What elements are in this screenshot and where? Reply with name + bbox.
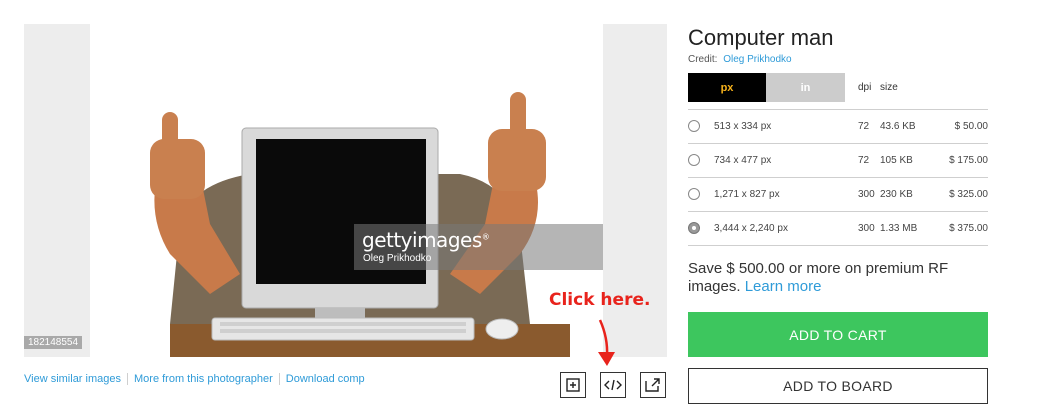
size-dpi: 72: [858, 155, 870, 166]
size-radio[interactable]: [688, 154, 700, 166]
size-price: $ 175.00: [949, 155, 988, 166]
size-filesize: 230 KB: [880, 189, 913, 200]
size-dimensions: 734 x 477 px: [714, 155, 772, 166]
size-dimensions: 3,444 x 2,240 px: [714, 223, 788, 234]
size-option-row[interactable]: 3,444 x 2,240 px 300 1.33 MB $ 375.00: [688, 212, 988, 246]
size-option-row[interactable]: 513 x 334 px 72 43.6 KB $ 50.00: [688, 110, 988, 144]
add-to-board-button[interactable]: ADD TO BOARD: [688, 368, 988, 404]
more-from-photographer-link[interactable]: More from this photographer: [127, 373, 279, 385]
unit-px-button[interactable]: px: [688, 73, 766, 102]
view-similar-link[interactable]: View similar images: [24, 373, 127, 385]
size-option-row[interactable]: 734 x 477 px 72 105 KB $ 175.00: [688, 144, 988, 178]
dpi-column-header: dpi: [858, 82, 872, 93]
size-column-header: size: [880, 82, 898, 93]
getty-watermark: gettyimages® Oleg Prikhodko: [354, 224, 603, 270]
size-dpi: 300: [858, 223, 875, 234]
image-links: View similar images More from this photo…: [24, 373, 371, 385]
size-filesize: 105 KB: [880, 155, 913, 166]
size-price: $ 375.00: [949, 223, 988, 234]
credit-label: Credit:: [688, 54, 718, 65]
size-radio[interactable]: [688, 120, 700, 132]
size-radio-selected[interactable]: [688, 222, 700, 234]
open-external-icon: [645, 378, 660, 392]
size-option-row[interactable]: 1,271 x 827 px 300 230 KB $ 325.00: [688, 178, 988, 212]
credit-photographer-link[interactable]: Oleg Prikhodko: [723, 54, 791, 65]
watermark-credit: Oleg Prikhodko: [363, 253, 432, 264]
image-id-label: 182148554: [24, 336, 83, 349]
size-dpi: 72: [858, 121, 870, 132]
download-comp-link[interactable]: Download comp: [278, 373, 371, 385]
computer-man-illustration: [150, 92, 570, 357]
size-radio[interactable]: [688, 188, 700, 200]
watermark-brand: gettyimages®: [362, 228, 490, 252]
size-dimensions: 1,271 x 827 px: [714, 189, 780, 200]
credit-line: Credit: Oleg Prikhodko: [688, 54, 792, 65]
size-filesize: 1.33 MB: [880, 223, 918, 234]
size-price: $ 50.00: [954, 121, 988, 132]
size-dimensions: 513 x 334 px: [714, 121, 772, 132]
add-to-board-icon-button[interactable]: [560, 372, 586, 398]
embed-button[interactable]: [600, 372, 626, 398]
learn-more-link[interactable]: Learn more: [745, 278, 822, 295]
embed-code-icon: [604, 379, 622, 391]
size-dpi: 300: [858, 189, 875, 200]
image-title: Computer man: [688, 25, 834, 50]
promo-text: Save $ 500.00 or more on premium RF imag…: [688, 260, 988, 296]
size-price: $ 325.00: [949, 189, 988, 200]
red-arrow-icon: [598, 319, 615, 366]
click-here-annotation: Click here.: [549, 290, 651, 310]
stock-photo[interactable]: [90, 24, 603, 357]
size-filesize: 43.6 KB: [880, 121, 916, 132]
unit-toggle: px in: [688, 73, 845, 102]
add-to-board-icon: [566, 378, 580, 392]
add-to-cart-button[interactable]: ADD TO CART: [688, 312, 988, 357]
size-options: 513 x 334 px 72 43.6 KB $ 50.00 734 x 47…: [688, 109, 988, 246]
unit-in-button[interactable]: in: [766, 73, 845, 102]
open-external-button[interactable]: [640, 372, 666, 398]
